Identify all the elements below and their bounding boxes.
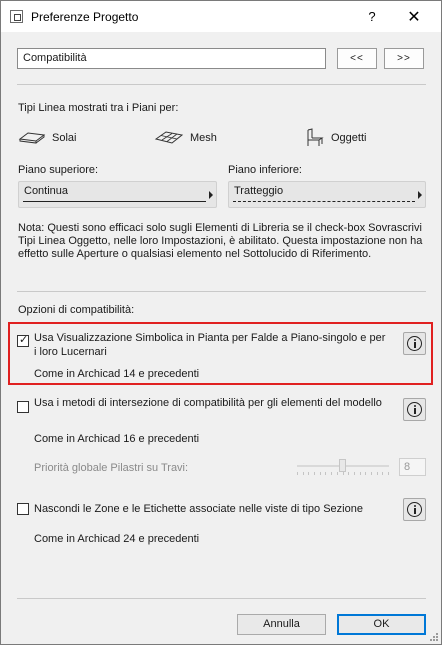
column-priority-value-field[interactable]: 8 — [399, 458, 426, 476]
column-priority-slider[interactable] — [297, 459, 389, 475]
intersection-method-note: Come in Archicad 16 e precedenti — [34, 433, 200, 445]
lower-floor-linetype-value: Tratteggio — [234, 185, 284, 197]
divider — [17, 598, 426, 599]
column-priority-label: Priorità globale Pilastri su Travi: — [34, 462, 189, 474]
help-button[interactable]: ? — [365, 9, 379, 24]
linetype-option-object: Oggetti — [303, 128, 366, 148]
symbolic-roof-note: Come in Archicad 14 e precedenti — [34, 368, 200, 380]
preferences-dialog: Preferenze Progetto ? ✕ Compatibilità <<… — [0, 0, 442, 645]
linetype-label-object: Oggetti — [331, 132, 367, 144]
info-icon — [407, 502, 422, 517]
info-button[interactable] — [403, 332, 426, 355]
mesh-icon — [154, 131, 184, 144]
symbolic-roof-label: Usa Visualizzazione Simbolica in Pianta … — [34, 332, 386, 358]
lower-floor-linetype-button[interactable]: Tratteggio — [228, 181, 426, 208]
upper-floor-linetype-value: Continua — [24, 185, 69, 197]
lower-floor-label: Piano inferiore: — [228, 164, 302, 176]
slab-icon — [18, 132, 46, 144]
upper-floor-label: Piano superiore: — [18, 164, 99, 176]
intersection-method-checkbox[interactable] — [17, 401, 29, 413]
chair-icon — [307, 128, 324, 146]
linetype-label-slab: Solai — [52, 132, 77, 144]
info-button[interactable] — [403, 498, 426, 521]
divider — [17, 291, 426, 292]
solid-line-preview — [23, 201, 206, 202]
arrow-right-icon — [418, 191, 422, 199]
arrow-right-icon — [209, 191, 213, 199]
cancel-button[interactable]: Annulla — [237, 614, 326, 635]
title-bar: Preferenze Progetto ? ✕ — [1, 1, 441, 32]
previous-panel-button[interactable]: << — [337, 48, 377, 69]
next-panel-button[interactable]: >> — [384, 48, 424, 69]
info-icon — [407, 402, 422, 417]
divider — [17, 84, 426, 85]
linetype-option-mesh: Mesh — [154, 128, 217, 148]
close-button[interactable]: ✕ — [405, 7, 423, 27]
panel-select-dropdown[interactable]: Compatibilità — [17, 48, 326, 69]
hide-zones-checkbox[interactable] — [17, 503, 29, 515]
linetype-option-slab: Solai — [18, 128, 76, 148]
info-button[interactable] — [403, 398, 426, 421]
info-icon — [407, 336, 422, 351]
ok-button[interactable]: OK — [337, 614, 426, 635]
compat-heading: Opzioni di compatibilità: — [18, 304, 135, 316]
linetypes-note: Nota: Questi sono efficaci solo sugli El… — [18, 222, 423, 260]
upper-floor-linetype-button[interactable]: Continua — [18, 181, 217, 208]
hide-zones-note: Come in Archicad 24 e precedenti — [34, 533, 200, 545]
linetype-label-mesh: Mesh — [190, 132, 217, 144]
app-icon — [10, 10, 23, 23]
resize-grip-icon[interactable] — [429, 632, 439, 642]
window-title: Preferenze Progetto — [31, 10, 139, 24]
check-icon: ✓ — [19, 334, 29, 346]
symbolic-roof-checkbox[interactable]: ✓ — [17, 334, 29, 347]
slider-thumb[interactable] — [339, 459, 346, 472]
linetypes-heading: Tipi Linea mostrati tra i Piani per: — [18, 102, 179, 114]
hide-zones-label: Nascondi le Zone e le Etichette associat… — [34, 503, 363, 515]
dashed-line-preview — [233, 201, 415, 202]
intersection-method-label: Usa i metodi di intersezione di compatib… — [34, 397, 382, 409]
